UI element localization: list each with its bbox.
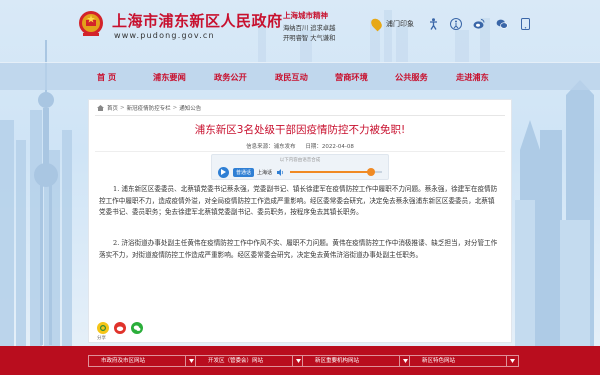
national-emblem-icon[interactable]	[78, 10, 104, 38]
article-date: 日期：2022-04-08	[305, 144, 354, 150]
voice-shanghainese-button[interactable]: 上海话	[257, 169, 272, 176]
nav-item-business-environment[interactable]: 营商环境	[335, 71, 368, 83]
mobile-app-icon[interactable]	[519, 18, 531, 30]
wechat-share-icon[interactable]	[131, 322, 143, 334]
footer-select-label: 新区特色网站	[422, 358, 456, 364]
share-label: 分享	[97, 336, 106, 341]
city-spirit-text: 海纳百川 追求卓越 开明睿智 大气谦和	[283, 24, 355, 44]
footer-select-label: 新区重要机构网站	[315, 358, 360, 364]
breadcrumb-epidemic-column[interactable]: 新冠疫情防控专栏	[127, 104, 171, 112]
volume-icon[interactable]	[277, 168, 284, 176]
player-caption: 以下内容由语音合成	[279, 158, 321, 163]
voice-mandarin-button[interactable]: 普通话	[233, 167, 255, 177]
location-link[interactable]: 浦门印象	[369, 16, 414, 32]
progress-track[interactable]	[290, 168, 382, 176]
breadcrumb-separator: >	[172, 105, 178, 111]
nav-item-government-affairs[interactable]: 政务公开	[214, 71, 247, 83]
chevron-down-icon	[506, 356, 518, 366]
weibo-share-icon[interactable]	[114, 322, 126, 334]
nav-item-public-services[interactable]: 公共服务	[395, 71, 428, 83]
breadcrumb-notices[interactable]: 通知公告	[179, 104, 201, 112]
progress-knob[interactable]	[366, 168, 375, 176]
site-header: 上海市浦东新区人民政府 www.pudong.gov.cn 上海城市精神 海纳百…	[0, 0, 600, 62]
elderly-mode-icon[interactable]	[450, 18, 462, 30]
nav-item-explore-pudong[interactable]: 走进浦东	[456, 71, 489, 83]
nav-item-pudong-news[interactable]: 浦东要闻	[153, 71, 186, 83]
play-button[interactable]	[218, 166, 229, 178]
breadcrumb-home[interactable]: 首页	[107, 104, 118, 112]
footer-select-label: 开发区（管委会）网站	[208, 358, 264, 364]
divider	[95, 115, 505, 116]
nav-item-home[interactable]: 首 页	[97, 71, 116, 83]
footer-select-label: 市政府及市区网站	[101, 358, 146, 364]
footer-select-development-zones[interactable]: 开发区（管委会）网站	[195, 355, 305, 367]
article-panel: 首页 > 新冠疫情防控专栏 > 通知公告 浦东新区3名处级干部因疫情防控不力被免…	[88, 99, 512, 343]
article-paragraph: 1. 浦东新区区委委员、北蔡镇党委书记蔡永强，党委副书记、镇长徐建军在疫情防控工…	[99, 185, 498, 216]
main-nav: 首 页 浦东要闻 政务公开 政民互动 营商环境 公共服务 走进浦东	[0, 62, 600, 90]
weibo-icon[interactable]	[473, 18, 485, 30]
site-url: www.pudong.gov.cn	[114, 31, 215, 40]
share-bar: 分享	[97, 322, 143, 341]
article-source: 信息来源：浦东发布	[246, 144, 296, 150]
audio-player: 以下内容由语音合成 普通话 上海话	[211, 154, 389, 180]
city-spirit-line: 海纳百川 追求卓越	[283, 25, 336, 32]
wechat-icon[interactable]	[496, 18, 508, 30]
progress-fill	[290, 171, 371, 173]
article-meta: 信息来源：浦东发布 日期：2022-04-08	[89, 142, 511, 150]
article-title: 浦东新区3名处级干部因疫情防控不力被免职!	[194, 124, 406, 136]
breadcrumb-separator: >	[120, 105, 125, 111]
home-icon	[97, 105, 104, 111]
nav-item-public-interaction[interactable]: 政民互动	[275, 71, 308, 83]
city-spirit-line: 开明睿智 大气谦和	[283, 35, 336, 42]
footer-select-city-sites[interactable]: 市政府及市区网站	[88, 355, 198, 367]
map-pin-icon	[369, 16, 384, 32]
share-icon[interactable]	[97, 322, 109, 334]
location-label: 浦门印象	[386, 20, 414, 28]
footer-bar: 市政府及市区网站 开发区（管委会）网站 新区重要机构网站 新区特色网站	[0, 346, 600, 375]
site-title[interactable]: 上海市浦东新区人民政府	[112, 10, 283, 31]
article-paragraph: 2. 浒浴街道办事处副主任黄伟在疫情防控工作中作风不实、履职不力问题。黄伟在疫情…	[99, 239, 498, 259]
breadcrumb: 首页 > 新冠疫情防控专栏 > 通知公告	[97, 104, 201, 112]
play-icon	[221, 169, 226, 175]
footer-select-featured-sites[interactable]: 新区特色网站	[409, 355, 519, 367]
utility-icons	[427, 18, 531, 30]
divider	[95, 151, 505, 152]
footer-select-key-institutions[interactable]: 新区重要机构网站	[302, 355, 412, 367]
city-spirit-title: 上海城市精神	[283, 11, 328, 20]
accessibility-icon[interactable]	[427, 18, 439, 30]
